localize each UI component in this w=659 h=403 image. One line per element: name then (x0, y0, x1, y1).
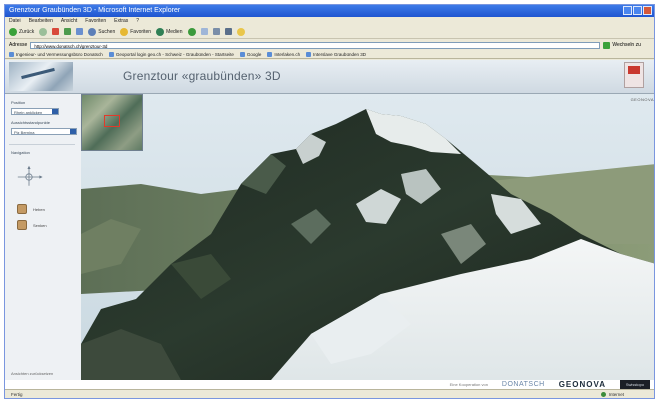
status-bar: Fertig Internet (5, 389, 654, 398)
address-bar: Adresse http://www.donatsch.ch/grenztour… (5, 40, 654, 50)
address-label: Adresse (9, 42, 28, 48)
media-icon (156, 27, 165, 36)
menu-extras[interactable]: Extras (114, 17, 128, 25)
page-icon (267, 51, 273, 57)
go-button[interactable]: Wechseln zu (603, 41, 641, 49)
edit-icon[interactable] (224, 28, 232, 35)
favorites-label: Favoriten (130, 28, 152, 35)
history-icon[interactable] (187, 27, 196, 36)
link-item[interactable]: Interslave Graubünden 3D (306, 51, 366, 57)
go-arrow-icon (603, 41, 611, 49)
menu-ansicht[interactable]: Ansicht (61, 17, 77, 25)
web-content: Grenztour «graubünden» 3D Position Rhein… (5, 60, 654, 390)
status-text: Fertig (11, 392, 23, 397)
navigation-label: Navigation (11, 150, 30, 155)
window-controls (623, 6, 652, 15)
raise-button[interactable] (17, 204, 27, 214)
mail-icon[interactable] (200, 28, 208, 35)
favorites-button[interactable]: Favoriten (120, 27, 152, 36)
browser-window: Grenztour Graubünden 3D - Microsoft Inte… (4, 4, 655, 399)
link-item[interactable]: Geoportal login geo.ch - Schweiz - Graub… (108, 51, 234, 57)
control-sidebar: Position Rhein anklicken Aussichtsstandp… (5, 94, 82, 380)
site-logo[interactable] (9, 62, 73, 91)
back-label: Zurück (19, 28, 35, 35)
toolbar: Zurück Suchen Favoriten Medien (5, 25, 654, 39)
globe-icon (600, 392, 606, 397)
swisstopo-logo[interactable]: Swisstopo (620, 380, 650, 389)
overview-minimap[interactable] (81, 94, 143, 151)
lower-label: Senken (33, 223, 47, 228)
link-item[interactable]: Ingenieur- und Vermessungsbüro Donatsch (9, 51, 103, 57)
security-zone: Internet (600, 390, 624, 398)
navigation-compass[interactable] (13, 160, 45, 194)
link-item[interactable]: Interlaken.ch (267, 51, 301, 57)
menu-datei[interactable]: Datei (9, 17, 21, 25)
site-title: Grenztour «graubünden» 3D (123, 69, 281, 83)
link-label: Interlaken.ch (274, 51, 301, 57)
close-icon[interactable] (643, 6, 652, 15)
position-select-value: Rhein anklicken (14, 110, 43, 115)
link-label: Google (246, 51, 262, 57)
search-icon (88, 27, 97, 36)
messenger-icon[interactable] (236, 27, 245, 36)
refresh-icon[interactable] (64, 28, 72, 35)
menu-help[interactable]: ? (136, 17, 139, 25)
position-select[interactable]: Rhein anklicken (11, 108, 59, 115)
stop-icon[interactable] (52, 28, 60, 35)
page-icon (306, 51, 312, 57)
maximize-icon[interactable] (633, 6, 642, 15)
reset-views-link[interactable]: Ansichten zurücksetzen (11, 371, 53, 376)
forward-arrow-icon[interactable] (39, 27, 48, 36)
partners-caption: Eine Kooperation von (449, 382, 488, 387)
link-label: Interslave Graubünden 3D (313, 51, 366, 57)
zone-label: Internet (608, 392, 624, 397)
link-item[interactable]: Google (239, 51, 262, 57)
menu-bar: Datei Bearbeiten Ansicht Favoriten Extra… (5, 17, 654, 25)
scene-watermark: GEONOVA (630, 97, 654, 102)
media-label: Medien (166, 28, 183, 35)
page-icon (108, 51, 114, 57)
canton-badge (624, 62, 644, 88)
media-button[interactable]: Medien (156, 27, 183, 36)
menu-bearbeiten[interactable]: Bearbeiten (29, 17, 53, 25)
links-bar: Ingenieur- und Vermessungsbüro Donatsch … (5, 50, 654, 59)
viewpoint-select[interactable]: Piz Bernina (11, 128, 77, 135)
page-icon (239, 51, 245, 57)
geonova-logo[interactable]: GEONOVA (559, 380, 606, 389)
link-label: Ingenieur- und Vermessungsbüro Donatsch (16, 51, 103, 57)
viewport-marker (104, 115, 120, 127)
3d-mountain-view[interactable]: GEONOVA (81, 94, 654, 380)
print-icon[interactable] (212, 28, 220, 35)
partner-logos: Eine Kooperation von DONATSCH GEONOVA Sw… (450, 380, 650, 389)
lower-button[interactable] (17, 220, 27, 230)
donatsch-logo[interactable]: DONATSCH (502, 381, 545, 388)
star-icon (120, 27, 129, 36)
chevron-down-icon (52, 109, 58, 114)
viewpoints-label: Aussichtsstandpunkte (11, 120, 50, 125)
window-title: Grenztour Graubünden 3D - Microsoft Inte… (9, 7, 181, 14)
title-bar: Grenztour Graubünden 3D - Microsoft Inte… (5, 5, 654, 17)
link-label: Geoportal login geo.ch - Schweiz - Graub… (115, 51, 234, 57)
raise-label: Heben (33, 207, 45, 212)
search-label: Suchen (98, 28, 116, 35)
menu-favoriten[interactable]: Favoriten (85, 17, 106, 25)
chevron-down-icon (70, 129, 76, 134)
viewpoint-select-value: Piz Bernina (14, 130, 35, 135)
site-header: Grenztour «graubünden» 3D (5, 60, 654, 94)
home-icon[interactable] (76, 28, 84, 35)
go-label: Wechseln zu (612, 42, 641, 48)
back-arrow-icon (9, 27, 17, 36)
address-input[interactable]: http://www.donatsch.ch/grenztour-3d (30, 41, 601, 49)
mountain-render (81, 94, 654, 380)
search-button[interactable]: Suchen (88, 27, 116, 36)
minimize-icon[interactable] (623, 6, 632, 15)
position-label: Position (11, 100, 26, 105)
back-button[interactable]: Zurück (9, 27, 35, 36)
divider (9, 144, 75, 145)
page-icon (9, 51, 14, 57)
